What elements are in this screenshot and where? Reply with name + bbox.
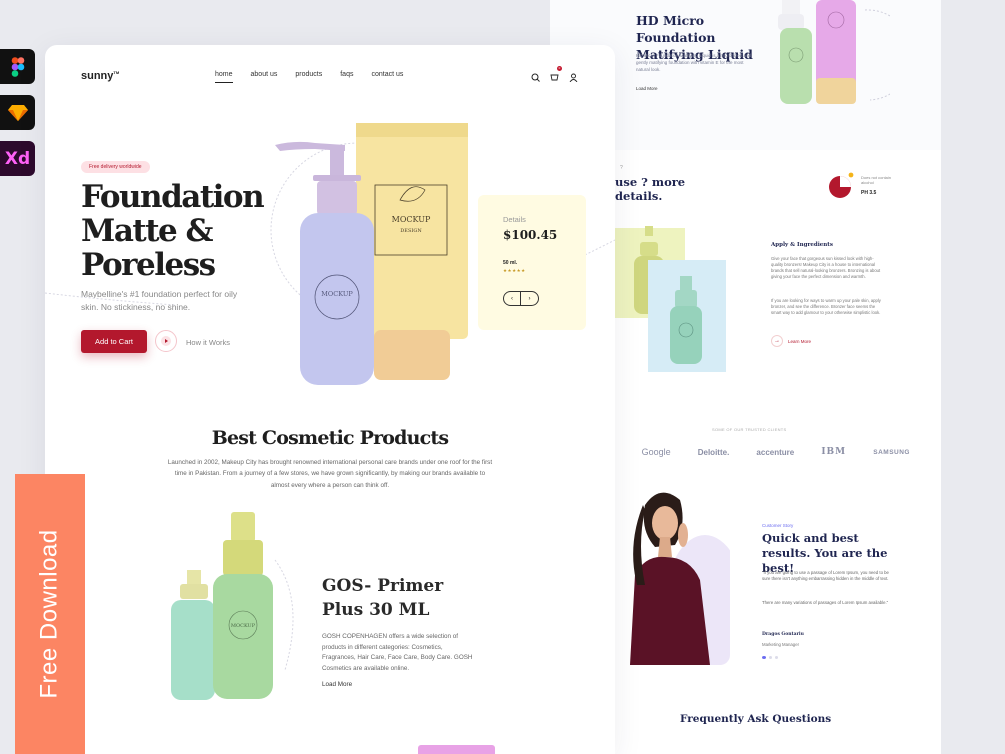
client-logo-google: Google	[641, 447, 671, 457]
free-download-label: Free Download	[36, 529, 63, 699]
volume: 50 ml.	[503, 260, 518, 266]
story-caption: Customer Story	[762, 523, 794, 528]
story-quote-2: There are many variations of passages of…	[762, 600, 889, 605]
best-products-description: Launched in 2002, Makeup City has brough…	[167, 459, 493, 489]
learn-more-label: Learn More	[788, 338, 812, 344]
primer-product-image: MOCKUP	[171, 512, 294, 700]
clients-logos: e Google Deloitte. accenture IBM SAMSUNG	[610, 447, 910, 457]
details-card: Details $100.45 50 ml. ★★★★★ ‹ ›	[478, 195, 586, 330]
gos-description: GOSH COPENHAGEN offers a wide selection …	[322, 633, 473, 672]
nav-contact-us[interactable]: contact us	[371, 71, 403, 83]
ingredients-image	[590, 226, 726, 372]
svg-text:DESIGN: DESIGN	[400, 228, 422, 234]
client-logo-deloitte: Deloitte.	[697, 447, 730, 457]
ph-value: PH 3.5	[861, 190, 877, 196]
free-download-banner[interactable]: Free Download	[15, 474, 85, 754]
nav-faqs[interactable]: faqs	[340, 71, 353, 83]
cart-badge: 0	[557, 66, 562, 71]
faq-title: Frequently Ask Questions	[680, 713, 832, 725]
client-logo-accenture: accenture	[756, 447, 795, 457]
nav-about-us[interactable]: about us	[251, 71, 278, 83]
gos-title: GOS- Primer Plus 30 ML	[322, 576, 444, 620]
ph-note: Does not contain alcohol	[861, 175, 892, 185]
story-author-role: Marketing Manager	[762, 642, 800, 647]
hd-products-image	[778, 0, 890, 104]
clients-caption: SOME OF OUR TRUSTED CLIENTS	[712, 427, 787, 432]
apply-paragraph-2: If you are looking for ways to warm up y…	[771, 298, 881, 315]
figma-icon[interactable]	[0, 49, 35, 84]
hd-description: HD Micro Foundation Matifying Liquid is …	[636, 53, 752, 72]
story-author-name: Dragos Gontariu	[762, 632, 804, 637]
apply-title: Apply & Ingredients	[771, 242, 833, 248]
price: $100.45	[503, 228, 558, 242]
logo[interactable]: sunnyTM	[81, 70, 119, 82]
prev-arrow-icon[interactable]: ‹	[504, 292, 521, 305]
main-nav: home about us products faqs contact us	[215, 71, 421, 83]
client-logo-samsung: SAMSUNG	[873, 448, 910, 456]
cart-icon[interactable]: 0	[550, 66, 562, 81]
question-mark-label: ?	[620, 165, 623, 171]
gos-load-more-link[interactable]: Load More	[322, 681, 352, 688]
main-page: sunnyTM home about us products faqs cont…	[45, 45, 615, 754]
nav-products[interactable]: products	[295, 71, 322, 83]
client-logo-ibm: IBM	[821, 447, 847, 457]
apply-paragraph-1: Give your face that gorgeous sun kissed …	[771, 256, 881, 279]
nav-home[interactable]: home	[215, 71, 233, 83]
next-product-peek	[418, 745, 495, 754]
sketch-icon[interactable]	[0, 95, 35, 130]
slider-arrows: ‹ ›	[503, 291, 539, 306]
next-arrow-icon[interactable]: ›	[521, 292, 538, 305]
learn-more-button[interactable]: → Learn More	[771, 335, 811, 347]
svg-text:MOCKUP: MOCKUP	[392, 215, 431, 224]
ph-pie-chart	[829, 172, 854, 198]
rating-stars: ★★★★★	[503, 268, 526, 273]
best-products-title: Best Cosmetic Products	[211, 427, 449, 449]
question-heading: use ? more details.	[615, 175, 686, 203]
story-quote-1: "If you are going to use a passage of Lo…	[762, 570, 889, 581]
search-icon[interactable]	[531, 69, 540, 82]
svg-text:MOCKUP: MOCKUP	[321, 290, 353, 298]
hd-load-more-link[interactable]: Load More	[636, 86, 658, 91]
xd-icon[interactable]: Xd	[0, 141, 35, 176]
details-label: Details	[503, 215, 526, 224]
customer-photo	[615, 485, 730, 665]
carousel-dots[interactable]	[762, 656, 778, 659]
arrow-right-icon: →	[771, 335, 783, 347]
user-icon[interactable]	[569, 69, 578, 83]
svg-text:MOCKUP: MOCKUP	[231, 623, 256, 629]
header-actions: 0	[531, 66, 578, 83]
